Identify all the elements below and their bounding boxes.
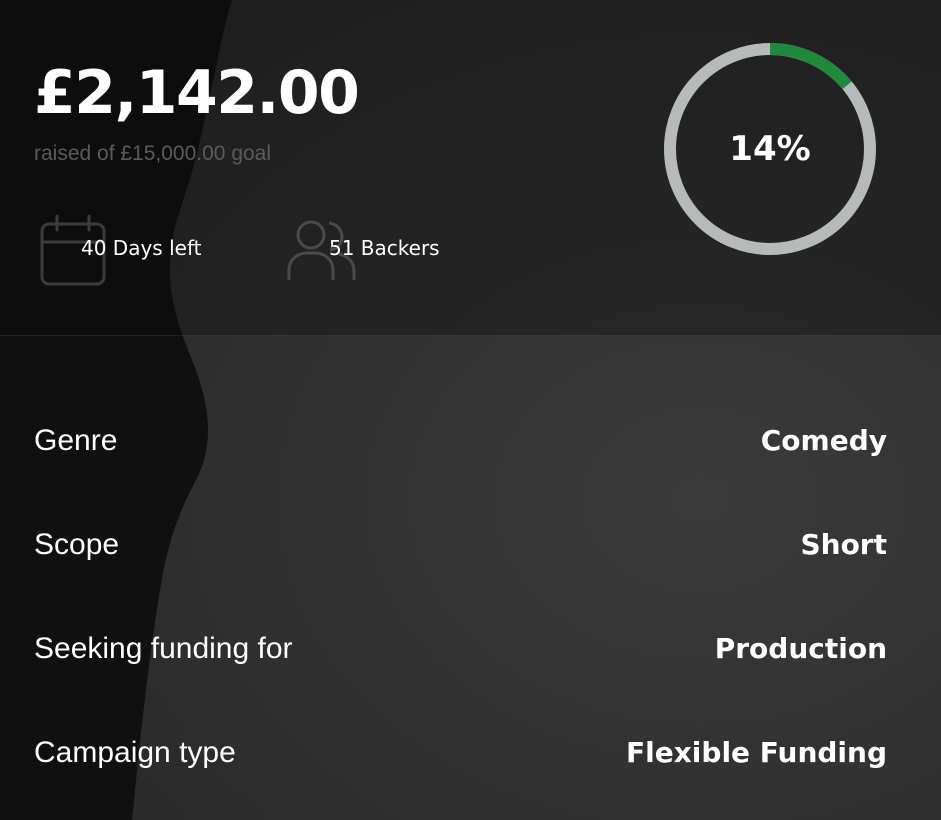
campaign-details-list: Genre Comedy Scope Short Seeking funding…	[0, 388, 941, 804]
detail-row-scope: Scope Short	[0, 492, 941, 596]
backers-stat: 51 Backers	[286, 214, 486, 290]
raised-amount: £2,142.00	[34, 58, 360, 128]
detail-value-funding-stage: Production	[714, 632, 887, 665]
detail-key-genre: Genre	[34, 424, 118, 457]
progress-percent-label: 14%	[729, 129, 811, 169]
detail-row-funding-stage: Seeking funding for Production	[0, 596, 941, 700]
progress-ring: 14%	[663, 42, 877, 256]
detail-value-genre: Comedy	[760, 424, 887, 457]
days-left-stat: 40 Days left	[40, 214, 260, 290]
detail-row-campaign-type: Campaign type Flexible Funding	[0, 700, 941, 804]
detail-value-scope: Short	[800, 528, 887, 561]
detail-value-campaign-type: Flexible Funding	[626, 736, 887, 769]
detail-key-funding-stage: Seeking funding for	[34, 632, 293, 665]
backers-label: 51 Backers	[329, 236, 440, 260]
detail-key-campaign-type: Campaign type	[34, 736, 236, 769]
funding-overview: £2,142.00 raised of £15,000.00 goal 40 D…	[0, 0, 941, 336]
campaign-summary-panel: £2,142.00 raised of £15,000.00 goal 40 D…	[0, 0, 941, 820]
detail-row-genre: Genre Comedy	[0, 388, 941, 492]
funding-goal-text: raised of £15,000.00 goal	[34, 142, 272, 165]
detail-key-scope: Scope	[34, 528, 120, 561]
days-left-label: 40 Days left	[81, 236, 202, 260]
